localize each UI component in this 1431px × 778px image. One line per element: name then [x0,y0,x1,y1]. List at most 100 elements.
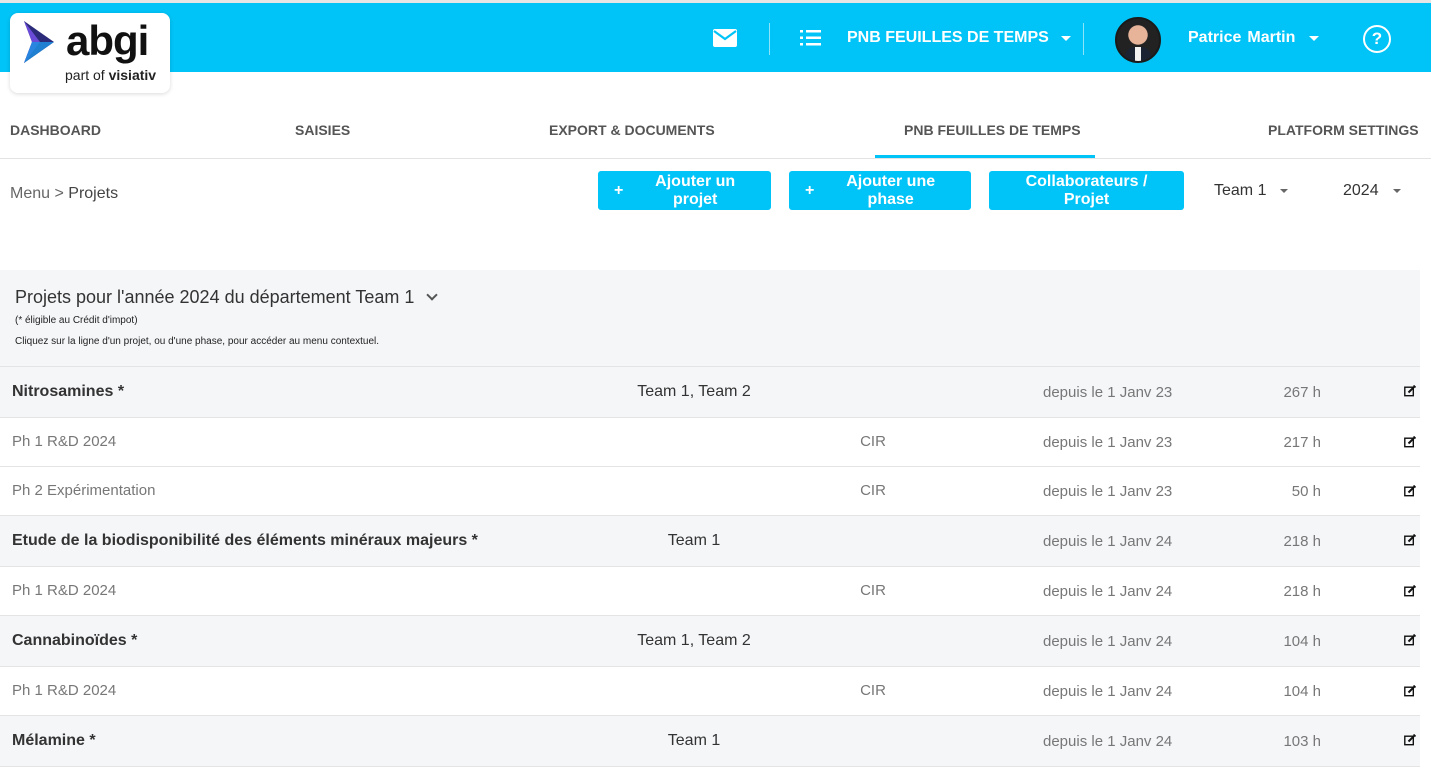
header-divider [1083,23,1084,55]
top-bar: PNB FEUILLES DE TEMPS Patrice Martin ? [0,0,1431,72]
row-hours: 267 h [1283,384,1321,401]
project-row[interactable]: Cannabinoïdes * Team 1, Team 2 depuis le 1… [0,616,1420,667]
row-hours: 50 h [1291,483,1321,500]
user-last-name: Martin [1247,29,1296,46]
add-phase-button[interactable]: + Ajouter une phase [789,171,971,210]
brand-logo[interactable]: abgi part of visiativ [10,13,170,93]
tab-export-documents[interactable]: EXPORT & DOCUMENTS [549,122,715,138]
tab-platform-settings[interactable]: PLATFORM SETTINGS [1268,122,1419,138]
phase-name: Ph 1 R&D 2024 [12,433,117,450]
phase-row[interactable]: Ph 1 R&D 2024 CIR depuis le 1 Janv 24 104 h [0,667,1420,716]
row-credit-type: CIR [860,582,886,599]
breadcrumb-root[interactable]: Menu [10,185,50,202]
plus-icon: + [614,181,624,199]
app-switcher-menu[interactable]: PNB FEUILLES DE TEMPS [847,29,1071,47]
edit-icon[interactable] [1404,384,1417,397]
instructions-note: Cliquez sur la ligne d'un projet, ou d'u… [15,336,380,347]
caret-down-icon [1392,189,1401,193]
year-select-value: 2024 [1343,182,1379,199]
mail-icon[interactable] [712,27,738,49]
plus-icon: + [805,181,815,199]
avatar[interactable] [1115,17,1161,63]
row-hours: 217 h [1283,434,1321,451]
breadcrumb-current: Projets [68,185,119,202]
row-hours: 218 h [1283,533,1321,550]
row-teams: Team 1, Team 2 [637,632,751,649]
logo-sub-prefix: part of [65,67,105,83]
team-select-value: Team 1 [1214,182,1267,199]
caret-down-icon [1309,35,1320,41]
tab-saisies[interactable]: SAISIES [295,122,350,138]
edit-icon[interactable] [1404,733,1417,746]
row-teams: Team 1 [667,732,721,749]
phase-row[interactable]: Ph 1 R&D 2024 CIR depuis le 1 Janv 24 218 h [0,567,1420,616]
breadcrumb-separator: > [54,185,64,202]
projects-panel-header: Projets pour l'année 2024 du département… [0,270,1420,367]
row-start-date: depuis le 1 Janv 23 [1043,483,1173,500]
avatar-portrait-shirt [1135,47,1141,61]
year-select[interactable]: 2024 [1343,182,1401,200]
active-tab-indicator [875,155,1095,158]
logo-sub-brand: visiativ [108,67,157,83]
row-credit-type: CIR [860,682,886,699]
row-teams: Team 1 [667,532,721,549]
panel-title-toggle[interactable]: Projets pour l'année 2024 du département… [15,287,439,308]
project-row[interactable]: Etude de la biodisponibilité des élément… [0,516,1420,567]
panel-title: Projets pour l'année 2024 du département… [15,287,415,307]
edit-icon[interactable] [1404,435,1417,448]
projects-list: Nitrosamines * Team 1, Team 2 depuis le 1 … [0,367,1420,767]
list-icon[interactable] [800,29,822,47]
row-hours: 104 h [1283,633,1321,650]
breadcrumb: Menu > Projets [10,185,118,203]
abgi-logo-mark [20,19,60,70]
project-name: Nitrosamines * [12,383,125,400]
logo-subtitle: part of visiativ [65,67,156,83]
phase-name: Ph 1 R&D 2024 [12,582,117,599]
row-start-date: depuis le 1 Janv 24 [1043,733,1173,750]
caret-down-icon [1280,189,1289,193]
user-first-name: Patrice [1188,29,1242,46]
team-select[interactable]: Team 1 [1214,182,1289,200]
help-icon[interactable]: ? [1363,25,1391,53]
edit-icon[interactable] [1404,484,1417,497]
edit-icon[interactable] [1404,684,1417,697]
main-nav: DASHBOARD SAISIES EXPORT & DOCUMENTS PNB… [0,100,1431,159]
app-switcher-label: PNB FEUILLES DE TEMPS [847,29,1049,46]
row-start-date: depuis le 1 Janv 24 [1043,583,1173,600]
row-start-date: depuis le 1 Janv 24 [1043,533,1173,550]
header-divider [769,23,770,55]
row-start-date: depuis le 1 Janv 23 [1043,434,1173,451]
row-hours: 104 h [1283,683,1321,700]
phase-row[interactable]: Ph 1 R&D 2024 CIR depuis le 1 Janv 23 217 h [0,418,1420,467]
row-start-date: depuis le 1 Janv 24 [1043,683,1173,700]
collaborators-label: Collaborateurs / Projet [1025,172,1148,208]
project-row[interactable]: Mélamine * Team 1 depuis le 1 Janv 24 103 h [0,716,1420,767]
row-credit-type: CIR [860,433,886,450]
project-name: Etude de la biodisponibilité des élément… [12,532,478,549]
phase-name: Ph 1 R&D 2024 [12,682,117,699]
tab-dashboard[interactable]: DASHBOARD [10,122,101,138]
add-project-label: Ajouter un projet [655,172,736,208]
user-menu[interactable]: Patrice Martin [1188,29,1320,47]
row-hours: 218 h [1283,583,1321,600]
caret-down-icon [1060,35,1071,41]
row-start-date: depuis le 1 Janv 23 [1043,384,1173,401]
edit-icon[interactable] [1404,633,1417,646]
chevron-down-icon[interactable] [426,288,439,301]
phase-row[interactable]: Ph 2 Expérimentation CIR depuis le 1 Janv … [0,467,1420,516]
eligibility-note: (* éligible au Crédit d'impot) [15,315,138,326]
edit-icon[interactable] [1404,533,1417,546]
project-name: Mélamine * [12,732,96,749]
tab-pnb-feuilles-de-temps[interactable]: PNB FEUILLES DE TEMPS [904,122,1081,138]
edit-icon[interactable] [1404,584,1417,597]
row-teams: Team 1, Team 2 [637,383,751,400]
row-hours: 103 h [1283,733,1321,750]
project-row[interactable]: Nitrosamines * Team 1, Team 2 depuis le 1 … [0,367,1420,418]
add-project-button[interactable]: + Ajouter un projet [598,171,771,210]
row-start-date: depuis le 1 Janv 24 [1043,633,1173,650]
add-phase-label: Ajouter une phase [846,172,936,208]
collaborators-project-button[interactable]: Collaborateurs / Projet [989,171,1184,210]
row-credit-type: CIR [860,482,886,499]
project-name: Cannabinoïdes * [12,632,138,649]
logo-wordmark: abgi [66,17,149,64]
